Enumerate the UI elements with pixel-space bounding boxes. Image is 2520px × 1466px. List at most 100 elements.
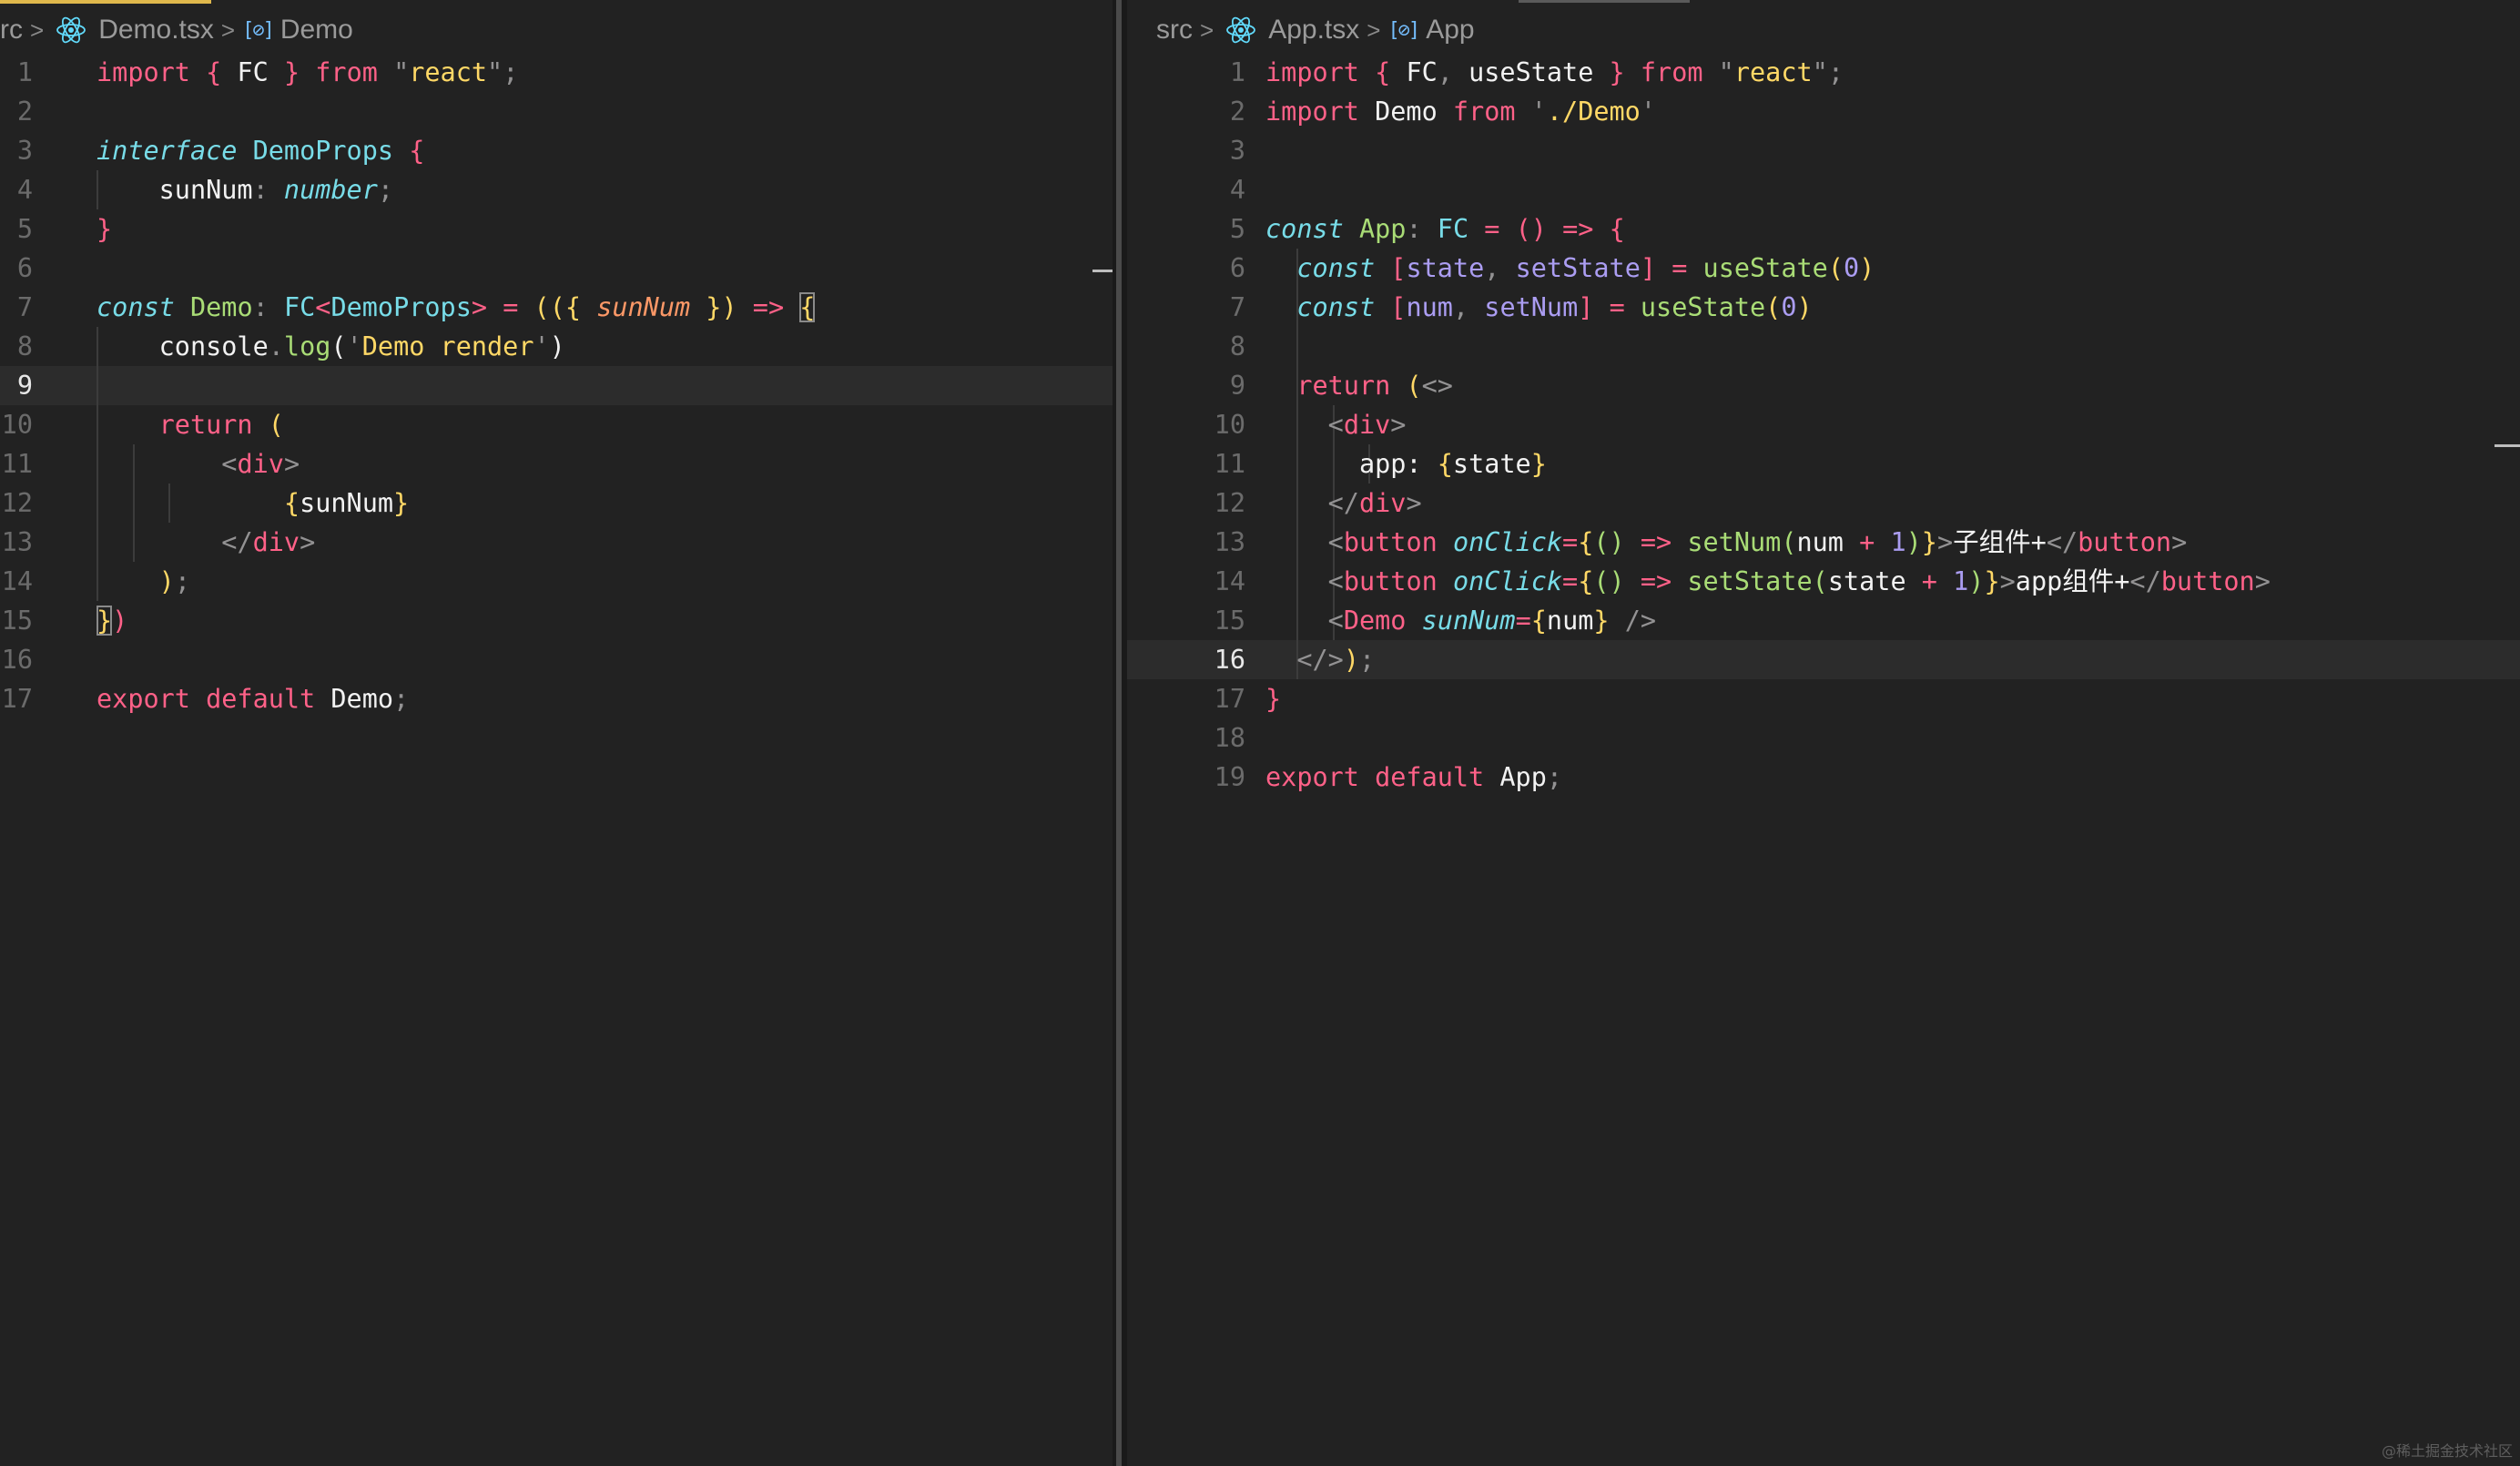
code-line[interactable]: 10 return ( <box>0 405 1113 444</box>
code-text[interactable]: </div> <box>97 523 315 562</box>
line-number: 1 <box>16 57 33 87</box>
breadcrumb-folder[interactable]: rc <box>0 15 23 46</box>
code-text[interactable]: import { FC, useState } from "react"; <box>1265 53 1844 92</box>
line-number: 15 <box>1 606 33 636</box>
code-line[interactable]: 3 interface DemoProps { <box>0 131 1113 170</box>
line-number: 12 <box>1214 488 1245 518</box>
code-text[interactable]: return (<> <box>1265 366 1453 405</box>
code-line[interactable]: 14 <button onClick={() => setState(state… <box>1127 562 2520 601</box>
code-line[interactable]: 12 {sunNum} <box>0 484 1113 523</box>
code-text[interactable]: const Demo: FC<DemoProps> = (({ sunNum }… <box>97 288 816 327</box>
code-text[interactable]: app: {state} <box>1265 444 1547 484</box>
code-line[interactable]: 13 <button onClick={() => setNum(num + 1… <box>1127 523 2520 562</box>
breadcrumb: rc > Demo.tsx > [⊘] Demo <box>0 9 353 51</box>
code-text[interactable]: import Demo from './Demo' <box>1265 92 1656 131</box>
code-line[interactable]: 5 const App: FC = () => { <box>1127 209 2520 249</box>
breadcrumb-symbol[interactable]: Demo <box>280 15 353 46</box>
symbol-variable-icon: [⊘] <box>242 18 275 42</box>
right-editor-pane[interactable]: src > App.tsx > [⊘] App 1 import { FC, us… <box>1127 0 2520 1466</box>
code-text[interactable]: } <box>97 209 112 249</box>
line-number: 11 <box>1 449 33 479</box>
code-line[interactable]: 19 export default App; <box>1127 758 2520 797</box>
line-number: 1 <box>1229 57 1245 87</box>
code-line[interactable]: 12 </div> <box>1127 484 2520 523</box>
code-line[interactable]: 16 </>); <box>1127 640 2520 679</box>
line-number: 6 <box>1229 253 1245 283</box>
code-line[interactable]: 18 <box>1127 718 2520 758</box>
line-number: 6 <box>16 253 33 283</box>
split-divider[interactable] <box>1113 0 1127 1466</box>
code-line[interactable]: 9 return (<> <box>1127 366 2520 405</box>
chevron-right-icon: > <box>220 15 236 44</box>
code-text[interactable]: {sunNum} <box>97 484 409 523</box>
code-line[interactable]: 17 export default Demo; <box>0 679 1113 718</box>
code-text[interactable]: <Demo sunNum={num} /> <box>1265 601 1656 640</box>
code-text[interactable]: <div> <box>97 444 300 484</box>
code-text[interactable]: import { FC } from "react"; <box>97 53 518 92</box>
code-text[interactable]: const [num, setNum] = useState(0) <box>1265 288 1812 327</box>
code-text[interactable]: console.log('Demo render') <box>97 327 565 366</box>
code-text[interactable]: </div> <box>1265 484 1422 523</box>
code-line[interactable]: 11 <div> <box>0 444 1113 484</box>
code-text[interactable]: </>); <box>1265 640 1375 679</box>
code-text[interactable]: interface DemoProps { <box>97 131 424 170</box>
code-line[interactable]: 8 <box>1127 327 2520 366</box>
code-line[interactable]: 7 const Demo: FC<DemoProps> = (({ sunNum … <box>0 288 1113 327</box>
code-line[interactable]: 9 <box>0 366 1113 405</box>
indent-guide <box>1296 327 1298 366</box>
code-line[interactable]: 6 const [state, setState] = useState(0) <box>1127 249 2520 288</box>
code-text[interactable]: <button onClick={() => setNum(num + 1)}>… <box>1265 523 2188 562</box>
code-line[interactable]: 4 sunNum: number; <box>0 170 1113 209</box>
line-number: 15 <box>1214 606 1245 636</box>
code-text[interactable]: const App: FC = () => { <box>1265 209 1625 249</box>
code-line[interactable]: 15}) <box>0 601 1113 640</box>
active-tab-indicator <box>0 0 211 4</box>
code-editor[interactable]: 1 import { FC, useState } from "react"; 2 i… <box>1127 53 2520 797</box>
line-number: 8 <box>16 331 33 361</box>
code-text[interactable]: ); <box>97 562 190 601</box>
watermark: @稀土掘金技术社区 <box>2381 1442 2513 1460</box>
chevron-right-icon: > <box>1367 15 1381 44</box>
code-line[interactable]: 15 <Demo sunNum={num} /> <box>1127 601 2520 640</box>
code-text[interactable]: export default App; <box>1265 758 1562 797</box>
breadcrumb-symbol[interactable]: App <box>1426 15 1474 46</box>
line-number: 14 <box>1 566 33 596</box>
code-text[interactable]: <div> <box>1265 405 1407 444</box>
code-line[interactable]: 5} <box>0 209 1113 249</box>
code-line[interactable]: 4 <box>1127 170 2520 209</box>
code-line[interactable]: 7 const [num, setNum] = useState(0) <box>1127 288 2520 327</box>
code-line[interactable]: 2 import Demo from './Demo' <box>1127 92 2520 131</box>
code-text[interactable]: } <box>1265 679 1281 718</box>
code-line[interactable]: 11 app: {state} <box>1127 444 2520 484</box>
breadcrumb-folder[interactable]: src <box>1156 15 1193 46</box>
line-number: 16 <box>1214 645 1245 675</box>
code-line[interactable]: 14 ); <box>0 562 1113 601</box>
code-text[interactable]: }) <box>97 601 127 640</box>
code-line[interactable]: 10 <div> <box>1127 405 2520 444</box>
line-number: 17 <box>1 684 33 714</box>
overview-ruler-mark <box>1092 270 1113 272</box>
left-editor-pane[interactable]: rc > Demo.tsx > [⊘] Demo 1 import { FC } … <box>0 0 1113 1466</box>
line-number: 2 <box>1229 97 1245 127</box>
code-line[interactable]: 1 import { FC } from "react"; <box>0 53 1113 92</box>
code-text[interactable]: <button onClick={() => setState(state + … <box>1265 562 2271 601</box>
breadcrumb-file[interactable]: App.tsx <box>1268 15 1359 46</box>
line-number: 11 <box>1214 449 1245 479</box>
code-line[interactable]: 6 <box>0 249 1113 288</box>
react-icon <box>1226 16 1256 44</box>
code-line[interactable]: 17} <box>1127 679 2520 718</box>
code-text[interactable]: sunNum: number; <box>97 170 393 209</box>
code-line[interactable]: 8 console.log('Demo render') <box>0 327 1113 366</box>
line-number: 3 <box>16 136 33 166</box>
code-line[interactable]: 1 import { FC, useState } from "react"; <box>1127 53 2520 92</box>
breadcrumb-file[interactable]: Demo.tsx <box>98 15 214 46</box>
code-editor[interactable]: 1 import { FC } from "react"; 2 3 interface … <box>0 53 1113 718</box>
code-text[interactable]: return ( <box>97 405 284 444</box>
code-text[interactable]: const [state, setState] = useState(0) <box>1265 249 1875 288</box>
code-line[interactable]: 13 </div> <box>0 523 1113 562</box>
code-line[interactable]: 16 <box>0 640 1113 679</box>
breadcrumb: src > App.tsx > [⊘] App <box>1156 9 1475 51</box>
code-line[interactable]: 3 <box>1127 131 2520 170</box>
code-line[interactable]: 2 <box>0 92 1113 131</box>
code-text[interactable]: export default Demo; <box>97 679 409 718</box>
